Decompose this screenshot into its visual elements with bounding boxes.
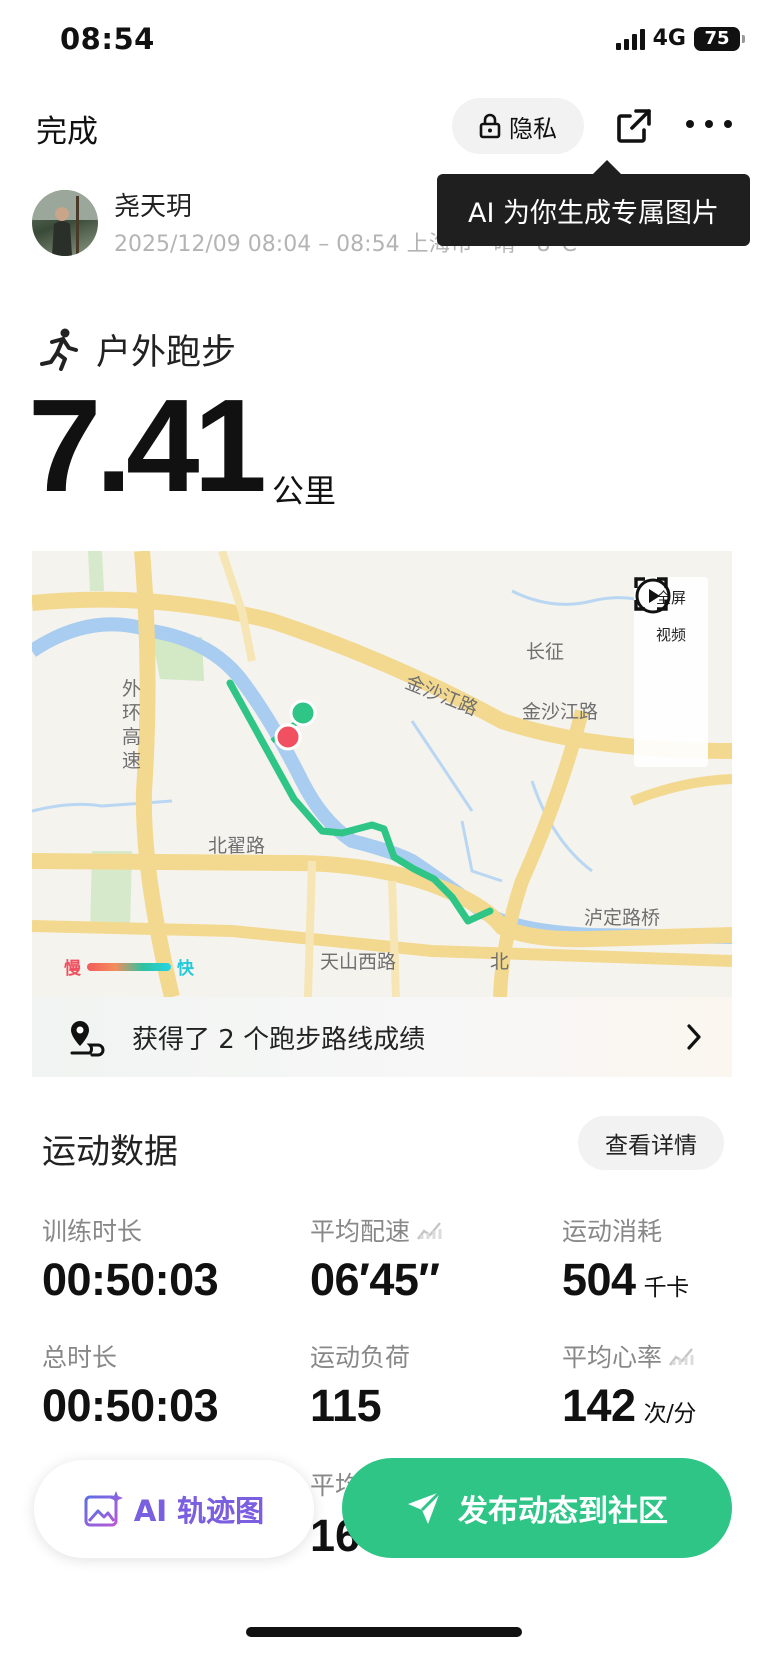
stat-value: 00:50:03: [42, 1254, 219, 1305]
network-type: 4G: [652, 26, 686, 51]
stat-value-row: 504 千卡: [562, 1254, 689, 1306]
map-canvas: [32, 551, 732, 997]
running-icon: [40, 328, 78, 371]
send-icon: [408, 1490, 442, 1524]
done-button[interactable]: 完成: [36, 106, 98, 151]
user-name: 尧天玥: [114, 192, 193, 222]
legend-fast: 快: [177, 959, 194, 979]
start-marker: [289, 699, 317, 727]
stat-training-duration: 训练时长 00:50:03: [42, 1212, 219, 1306]
trend-icon: [669, 1348, 694, 1366]
stat-average-heart-rate[interactable]: 平均心率 142 次/分: [562, 1338, 696, 1432]
map-label-beizhai-road: 北翟路: [208, 835, 266, 857]
stat-calories: 运动消耗 504 千卡: [562, 1212, 689, 1306]
pace-legend: 慢 快: [64, 954, 194, 979]
stat-label: 运动负荷: [310, 1343, 411, 1372]
avatar-image: [32, 190, 98, 256]
stat-label: 训练时长: [42, 1217, 143, 1246]
view-details-button[interactable]: 查看详情: [578, 1116, 724, 1170]
map-label-outer-ring: 外环高速: [122, 678, 142, 772]
distance-value: 7.41: [28, 372, 267, 519]
map-label-bei: 北: [490, 951, 510, 973]
park-area: [88, 551, 104, 591]
lock-icon: [479, 113, 501, 139]
stat-label: 平均配速: [310, 1217, 411, 1246]
stat-label-row: 平均心率: [562, 1338, 696, 1374]
stat-average-pace[interactable]: 平均配速 06′45″: [310, 1212, 442, 1306]
end-marker: [274, 723, 302, 751]
map-label-luding-road-bridge: 泸定路桥: [584, 907, 661, 929]
map-controls: 全屏 视频: [634, 577, 708, 767]
chevron-right-icon: [687, 1024, 701, 1050]
stat-label-row: 平均配速: [310, 1212, 442, 1248]
ai-track-label: AI 轨迹图: [134, 1488, 264, 1530]
route-achievement-banner[interactable]: 获得了 2 个跑步路线成绩: [32, 997, 732, 1077]
stat-label: 平均心率: [562, 1343, 663, 1372]
stat-value: 142: [562, 1380, 636, 1431]
stat-label: 总时长: [42, 1343, 118, 1372]
stat-value: 06′45″: [310, 1254, 440, 1305]
privacy-label: 隐私: [509, 114, 557, 143]
battery-icon: 75: [694, 26, 745, 51]
signal-icon: [615, 28, 645, 50]
creek: [410, 720, 474, 812]
trend-icon: [417, 1222, 442, 1240]
section-title: 运动数据: [42, 1132, 178, 1172]
route-pin-icon: [70, 1021, 105, 1057]
more-icon[interactable]: [686, 112, 732, 136]
home-indicator[interactable]: [246, 1627, 522, 1637]
avatar[interactable]: [32, 190, 98, 256]
route-map[interactable]: 长征 金沙江路 金沙江路 外环高速 北翟路 天山西路 泸定路桥 北 全屏 视频 …: [32, 551, 732, 997]
stat-value: 115: [310, 1380, 382, 1431]
creek: [460, 820, 503, 883]
ai-image-icon: [84, 1491, 123, 1527]
stat-value: 504: [562, 1254, 636, 1305]
ai-track-image-button[interactable]: AI 轨迹图: [34, 1460, 314, 1558]
status-time: 08:54: [60, 22, 155, 56]
battery-level: 75: [704, 28, 730, 49]
stat-unit: 千卡: [643, 1275, 690, 1301]
video-label: 视频: [655, 626, 686, 644]
stat-value: 00:50:03: [42, 1380, 219, 1431]
publish-to-community-button[interactable]: 发布动态到社区: [342, 1458, 732, 1558]
stat-unit: 次/分: [643, 1401, 697, 1427]
publish-label: 发布动态到社区: [458, 1494, 668, 1529]
stat-total-duration: 总时长 00:50:03: [42, 1338, 219, 1432]
road-minor: [388, 880, 400, 997]
video-button[interactable]: 视频: [635, 578, 686, 645]
map-label-jinshajiang-road-2: 金沙江路: [522, 701, 599, 723]
stat-value-row: 142 次/分: [562, 1380, 696, 1432]
map-label-changzheng: 长征: [526, 641, 565, 663]
road-minor: [304, 860, 316, 997]
stat-training-load: 运动负荷 115: [310, 1338, 410, 1432]
status-indicators: 4G 75: [615, 26, 745, 51]
tooltip-text: AI 为你生成专属图片: [467, 197, 719, 229]
achievement-text: 获得了 2 个跑步路线成绩: [132, 1024, 426, 1055]
legend-slow: 慢: [64, 959, 81, 979]
road-minor: [630, 774, 732, 806]
stat-label: 运动消耗: [562, 1217, 663, 1246]
map-label-tianshan-west-road: 天山西路: [320, 951, 397, 973]
ai-tooltip[interactable]: AI 为你生成专属图片: [437, 160, 750, 246]
pace-gradient-bar: [87, 962, 171, 971]
privacy-button[interactable]: 隐私: [452, 98, 584, 154]
play-icon: [635, 578, 671, 614]
share-icon[interactable]: [614, 106, 654, 146]
distance-unit: 公里: [272, 472, 337, 510]
sport-type: 户外跑步: [96, 333, 237, 373]
